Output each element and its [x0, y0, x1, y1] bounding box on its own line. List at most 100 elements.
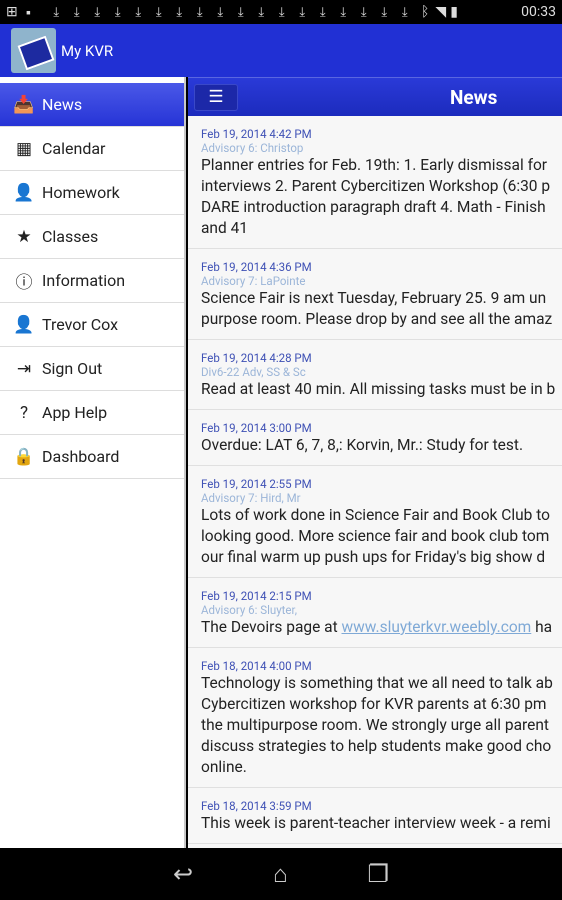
sidebar-item-label: News	[42, 95, 83, 114]
news-text-line: Lots of work done in Science Fair and Bo…	[201, 506, 550, 524]
sidebar-item-classes[interactable]: ★ Classes	[0, 215, 184, 259]
star-icon: ★	[16, 226, 32, 247]
news-text-line: interviews 2. Parent Cybercitizen Worksh…	[201, 177, 551, 195]
sidebar-item-dashboard[interactable]: 🔒 Dashboard	[0, 435, 184, 479]
sidebar-item-label: App Help	[42, 403, 108, 422]
add-icon: ⊞	[6, 4, 18, 20]
news-text-line: online.	[201, 758, 247, 776]
sidebar-item-label: Dashboard	[42, 447, 120, 466]
download-icon: ⤓	[114, 4, 121, 20]
news-text-line: This week is parent-teacher interview we…	[201, 814, 551, 832]
sidebar-item-calendar[interactable]: ▦ Calendar	[0, 127, 184, 171]
download-icon: ⤓	[237, 4, 244, 20]
sign-out-icon: ⇥	[16, 358, 32, 379]
news-text-line: Science Fair is next Tuesday, February 2…	[201, 289, 547, 307]
sidebar-item-label: Classes	[42, 227, 99, 246]
news-date: Feb 19, 2014 4:36 PM	[201, 260, 312, 274]
news-item[interactable]: Feb 19, 2014 2:15 PM Advisory 6: Sluyter,…	[188, 578, 562, 648]
list-icon: ☰	[208, 86, 224, 107]
download-icon: ⤓	[340, 4, 347, 20]
news-item[interactable]: Feb 19, 2014 2:55 PM Advisory 7: Hird, Mr…	[188, 466, 562, 578]
news-item[interactable]: Feb 18, 2014 3:59 PM This week is parent-…	[188, 788, 562, 844]
app-title: My KVR	[61, 41, 114, 60]
download-icon: ⤓	[176, 4, 183, 20]
news-date: Feb 18, 2014 4:00 PM	[201, 659, 312, 673]
news-text-line: Cybercitizen workshop for KVR parents at…	[201, 695, 547, 713]
news-source: Div6-22 Adv, SS & Sc	[201, 365, 306, 379]
news-text-line: Technology is something that we all need…	[201, 674, 553, 692]
news-text-line: purpose room. Please drop by and see all…	[201, 310, 553, 328]
news-text-line: Read at least 40 min. All missing tasks …	[201, 380, 556, 398]
sidebar-item-label: Sign Out	[42, 359, 103, 378]
user-icon: 👤	[13, 314, 35, 335]
download-icon: ⤓	[401, 4, 408, 20]
clock: 00:33	[521, 4, 556, 20]
news-link[interactable]: www.sluyterkvr.weebly.com	[342, 618, 532, 636]
sidebar-item-label: Trevor Cox	[42, 315, 119, 334]
news-date: Feb 18, 2014 3:59 PM	[201, 799, 312, 813]
lock-icon: 🔒	[13, 446, 35, 467]
sidebar-item-trevor-cox[interactable]: 👤 Trevor Cox	[0, 303, 184, 347]
news-date: Feb 19, 2014 2:15 PM	[201, 589, 312, 603]
download-icon: ⤓	[73, 4, 80, 20]
status-bar: ⊞ ▪ ⤓ ⤓ ⤓ ⤓ ⤓ ⤓ ⤓ ⤓ ⤓ ⤓ ⤓ ⤓ ⤓ ⤓ ⤓ ⤓ ⤓ ⤓ ᛒ ◥ ▮ 00:33	[0, 0, 562, 24]
news-item[interactable]: Feb 19, 2014 3:00 PM Overdue: LAT 6, 7, 8…	[188, 410, 562, 466]
action-bar: My KVR	[0, 24, 562, 77]
download-icon: ⤓	[319, 4, 326, 20]
download-icon: ⤓	[217, 4, 224, 20]
sidebar: 📥 News ▦ Calendar 👤 Homework ★ Classes ⓘ Informat…	[0, 77, 186, 848]
download-icon: ⤓	[155, 4, 162, 20]
home-icon[interactable]: ⌂	[273, 860, 288, 889]
back-icon[interactable]: ↩	[173, 860, 193, 888]
news-text-line: and 41	[201, 219, 248, 237]
info-icon: ⓘ	[15, 273, 33, 293]
wifi-icon: ◥	[435, 4, 447, 20]
sidebar-item-news[interactable]: 📥 News	[0, 83, 184, 127]
news-item[interactable]: Feb 19, 2014 4:36 PM Advisory 7: LaPointe…	[188, 249, 562, 340]
download-icon: ⤓	[360, 4, 367, 20]
sidebar-item-app-help[interactable]: ? App Help	[0, 391, 184, 435]
news-date: Feb 19, 2014 2:55 PM	[201, 477, 312, 491]
inbox-icon: 📥	[13, 94, 35, 115]
app-logo[interactable]	[11, 28, 56, 73]
download-icon: ⤓	[258, 4, 265, 20]
text: The Devoirs page at	[201, 618, 342, 636]
menu-toggle-button[interactable]: ☰	[194, 83, 238, 111]
news-list[interactable]: Feb 19, 2014 4:42 PM Advisory 6: Christop…	[188, 116, 562, 844]
news-text-line: discuss strategies to help students make…	[201, 737, 552, 755]
news-text-line: DARE introduction paragraph draft 4. Mat…	[201, 198, 546, 216]
sidebar-item-label: Homework	[42, 183, 120, 202]
news-item[interactable]: Feb 19, 2014 4:42 PM Advisory 6: Christop…	[188, 116, 562, 249]
news-item[interactable]: Feb 18, 2014 4:00 PM Technology is someth…	[188, 648, 562, 788]
message-icon: ▪	[26, 4, 31, 21]
download-icon: ⤓	[135, 4, 142, 20]
news-source: Advisory 6: Christop	[201, 141, 304, 155]
news-text-line: The Devoirs page at www.sluyterkvr.weebl…	[201, 617, 562, 638]
sidebar-item-information[interactable]: ⓘ Information	[0, 259, 184, 303]
battery-icon: ▮	[450, 4, 458, 20]
news-text-line: our final warm up push ups for Friday's …	[201, 548, 546, 566]
download-icon: ⤓	[278, 4, 285, 20]
sidebar-item-label: Information	[42, 271, 126, 290]
news-date: Feb 19, 2014 4:28 PM	[201, 351, 312, 365]
text: ha	[531, 618, 553, 636]
page-title: News	[450, 85, 498, 109]
news-source: Advisory 7: LaPointe	[201, 274, 306, 288]
news-source: Advisory 6: Sluyter,	[201, 603, 297, 617]
news-date: Feb 19, 2014 4:42 PM	[201, 127, 312, 141]
user-list-icon: 👤	[13, 182, 35, 203]
news-text-line: the multipurpose room. We strongly urge …	[201, 716, 549, 734]
news-item[interactable]: Feb 19, 2014 4:28 PM Div6-22 Adv, SS & Sc…	[188, 340, 562, 410]
calendar-icon: ▦	[15, 138, 33, 159]
sidebar-item-sign-out[interactable]: ⇥ Sign Out	[0, 347, 184, 391]
sidebar-item-homework[interactable]: 👤 Homework	[0, 171, 184, 215]
recent-apps-icon[interactable]: ❐	[368, 860, 390, 888]
download-icon: ⤓	[53, 4, 60, 20]
download-icon: ⤓	[196, 4, 203, 20]
news-panel: ☰ News Feb 19, 2014 4:42 PM Advisory 6: C…	[188, 77, 562, 848]
download-icon: ⤓	[381, 4, 388, 20]
news-date: Feb 19, 2014 3:00 PM	[201, 421, 312, 435]
news-text-line: Overdue: LAT 6, 7, 8,: Korvin, Mr.: Stud…	[201, 436, 524, 454]
news-source: Advisory 7: Hird, Mr	[201, 491, 301, 505]
news-text-line: Planner entries for Feb. 19th: 1. Early …	[201, 156, 548, 174]
